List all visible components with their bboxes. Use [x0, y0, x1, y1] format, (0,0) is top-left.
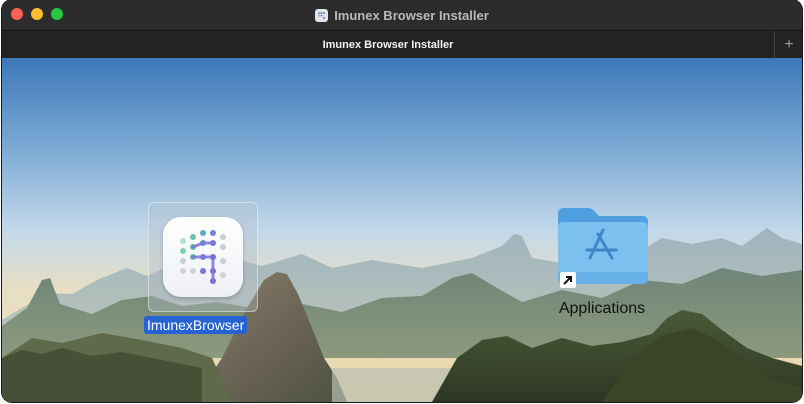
window-title: Imunex Browser Installer	[2, 0, 802, 30]
selection-highlight	[148, 202, 258, 312]
rio-landscape-background	[2, 58, 802, 402]
alias-arrow-icon	[560, 272, 576, 288]
tab-label: Imunex Browser Installer	[322, 38, 454, 51]
disk-image-icon	[315, 8, 329, 22]
applications-folder-icon	[552, 200, 652, 290]
tab-installer[interactable]: Imunex Browser Installer	[2, 31, 774, 58]
app-label: ImunexBrowser	[144, 316, 248, 334]
installer-window: Imunex Browser Installer Imunex Browser …	[2, 0, 802, 402]
window-title-text: Imunex Browser Installer	[334, 7, 489, 23]
title-bar[interactable]: Imunex Browser Installer	[2, 0, 802, 30]
folder-label: Applications	[558, 300, 646, 317]
imunex-browser-app-item[interactable]: ImunexBrowser	[142, 202, 262, 337]
tab-bar: Imunex Browser Installer +	[2, 30, 802, 59]
new-tab-button[interactable]: +	[774, 31, 802, 58]
applications-folder-item[interactable]: Applications	[542, 200, 662, 325]
plus-icon: +	[784, 35, 794, 53]
finder-content-area[interactable]: ImunexBrowser Applications	[2, 58, 802, 402]
imunex-browser-app-icon	[163, 217, 243, 297]
